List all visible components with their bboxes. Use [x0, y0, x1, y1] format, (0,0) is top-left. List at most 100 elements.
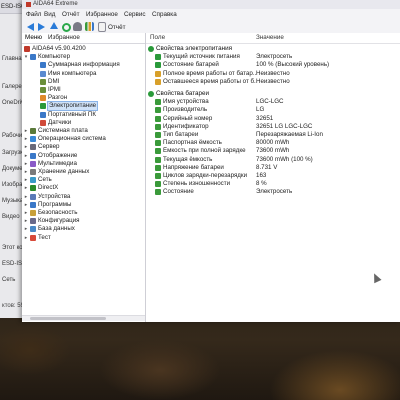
tree-item[interactable]: ▸ Конфигурация [22, 217, 145, 225]
tree-item[interactable]: ▸ Системная плата [22, 127, 145, 135]
collapse-toggle-icon[interactable]: ▸ [23, 193, 29, 201]
property-row[interactable]: Текущая ёмкость 73600 mWh (100 %) [146, 156, 400, 164]
collapse-toggle-icon[interactable]: ▸ [23, 201, 29, 209]
collapse-toggle-icon[interactable]: ▸ [23, 127, 29, 135]
property-row[interactable]: Производитель LG [146, 106, 400, 114]
display-icon [30, 152, 36, 159]
column-header-value[interactable]: Значение [256, 33, 284, 43]
menu-favorites[interactable]: Избранное [86, 9, 118, 20]
tree-item[interactable]: ▸ Отображение [22, 152, 145, 160]
property-row[interactable]: Паспортная ёмкость 80000 mWh [146, 139, 400, 147]
tab-favorites[interactable]: Избранное [48, 33, 80, 43]
menu-service[interactable]: Сервис [124, 9, 146, 20]
up-button[interactable] [49, 21, 58, 32]
tree-item[interactable]: Электропитание [22, 101, 145, 112]
bg-nav-item[interactable]: Загрузк [2, 150, 23, 156]
back-button[interactable] [26, 21, 35, 32]
bg-nav-item[interactable]: Этот ко [2, 245, 23, 251]
tree-item[interactable]: ▸ Устройства [22, 193, 145, 201]
property-row[interactable]: Полное время работы от батар... Неизвестн… [146, 70, 400, 78]
expand-toggle-icon[interactable]: ▾ [23, 53, 29, 61]
collapse-toggle-icon[interactable]: ▸ [23, 160, 29, 168]
collapse-toggle-icon[interactable]: ▸ [23, 176, 29, 184]
tree-item[interactable]: ▸ База данных [22, 225, 145, 233]
power-icon [40, 103, 46, 110]
title-bar[interactable]: AIDA64 Extreme [22, 0, 400, 9]
collapse-toggle-icon[interactable]: ▸ [23, 152, 29, 160]
property-row[interactable]: Оставшееся время работы от б... Неизвестн… [146, 78, 400, 86]
collapse-toggle-icon[interactable]: ▸ [23, 143, 29, 151]
tree-item[interactable]: ▸ Тест [22, 234, 145, 242]
tree-item[interactable]: ▾ Компьютер [22, 53, 145, 61]
tree-item[interactable]: ▸ Сервер [22, 143, 145, 151]
toolbar: Отчёт [22, 20, 400, 34]
tree-item-label: AIDA64 v5.90.4200 [32, 45, 86, 52]
tree-item[interactable]: Имя компьютера [22, 70, 145, 78]
menu-help[interactable]: Справка [152, 9, 177, 20]
bg-nav-item[interactable]: Музыка [2, 198, 23, 204]
forward-button[interactable] [37, 21, 46, 32]
property-row[interactable]: Тип батареи Перезаряжаемая Li-Ion [146, 131, 400, 139]
menu-view[interactable]: Вид [44, 9, 55, 20]
tree-item[interactable]: ▸ Хранение данных [22, 168, 145, 176]
property-row[interactable]: Напряжение батареи 8.731 V [146, 164, 400, 172]
chart-button[interactable] [85, 21, 94, 32]
user-button[interactable] [73, 21, 82, 32]
windows-icon [30, 136, 36, 143]
tree-item[interactable]: AIDA64 v5.90.4200 [22, 45, 145, 53]
bg-nav-item[interactable]: OneDriv [2, 100, 24, 106]
property-row[interactable]: Имя устройства LGC-LGC [146, 98, 400, 106]
bg-nav-item[interactable]: Изобра [2, 182, 22, 188]
column-headers: Поле Значение [146, 33, 400, 44]
refresh-button[interactable] [61, 21, 71, 32]
property-row[interactable]: Состояние батарей 100 % (Высокий уровень) [146, 61, 400, 69]
tree-item-label: Операционная система [38, 135, 106, 143]
property-row[interactable]: Состояние Электросеть [146, 188, 400, 196]
battery-icon [155, 62, 161, 69]
collapse-toggle-icon[interactable]: ▸ [23, 184, 29, 192]
tree-item[interactable]: DMI [22, 78, 145, 86]
property-row[interactable]: Серийный номер 32651 [146, 115, 400, 123]
column-header-field[interactable]: Поле [150, 33, 165, 43]
computer-icon [40, 70, 46, 77]
storage-icon [30, 169, 36, 175]
property-row[interactable]: Циклов зарядки-перезарядки 163 [146, 172, 400, 180]
property-field: Паспортная ёмкость [163, 139, 222, 147]
tree-item[interactable]: ▸ Операционная система [22, 135, 145, 143]
tree-item[interactable]: Датчики [22, 119, 145, 127]
tree-item[interactable]: Разгон [22, 94, 145, 102]
property-row[interactable]: Ёмкость при полной зарядке 73600 mWh [146, 147, 400, 155]
property-row[interactable]: Идентификатор 32651 LG LGC-LGC [146, 123, 400, 131]
collapse-toggle-icon[interactable]: ▸ [23, 135, 29, 143]
collapse-toggle-icon[interactable]: ▸ [23, 217, 29, 225]
collapse-toggle-icon[interactable]: ▸ [23, 168, 29, 176]
bg-nav-item[interactable]: Докуме [2, 166, 23, 172]
collapse-toggle-icon[interactable]: ▸ [23, 209, 29, 217]
tree-item[interactable]: ▸ Мультимедиа [22, 160, 145, 168]
scrollbar-thumb[interactable] [30, 317, 106, 320]
tree-horizontal-scrollbar[interactable] [22, 315, 145, 321]
battery-icon [155, 54, 161, 61]
collapse-toggle-icon[interactable]: ▸ [23, 234, 29, 242]
tree-item[interactable]: ▸ Сеть [22, 176, 145, 184]
bg-nav-item[interactable]: Сеть [2, 277, 15, 283]
tree-item[interactable]: ▸ DirectX [22, 184, 145, 192]
tree-item[interactable]: Суммарная информация [22, 61, 145, 69]
tree-item[interactable]: IPMI [22, 86, 145, 94]
collapse-toggle-icon[interactable]: ▸ [23, 225, 29, 233]
menu-file[interactable]: Файл [26, 9, 41, 20]
tree-item[interactable]: ▸ Безопасность [22, 209, 145, 217]
group-header: Свойства электропитания [146, 45, 400, 53]
tab-menu[interactable]: Меню [25, 33, 42, 43]
menu-report[interactable]: Отчёт [62, 9, 79, 20]
property-row[interactable]: Текущий источник питания Электросеть [146, 53, 400, 61]
tree-item[interactable]: Портативный ПК [22, 111, 145, 119]
tree-item[interactable]: ▸ Программы [22, 201, 145, 209]
property-row[interactable]: Степень изношенности 8 % [146, 180, 400, 188]
report-button[interactable]: Отчёт [98, 21, 134, 32]
back-arrow-icon [27, 23, 34, 31]
property-field: Производитель [163, 106, 208, 114]
battery-icon [155, 156, 161, 163]
bg-nav-item[interactable]: Видео [2, 214, 20, 220]
computer-icon [30, 54, 36, 61]
